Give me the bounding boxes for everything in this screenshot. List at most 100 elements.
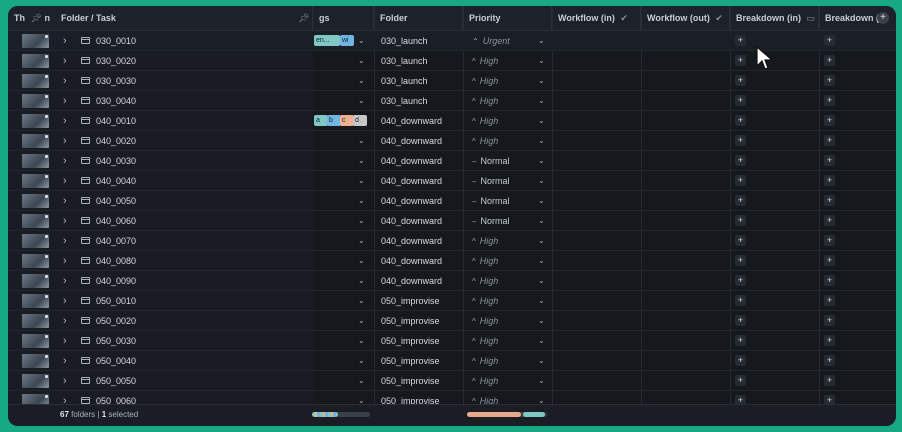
tag-chip[interactable]: c <box>340 115 354 126</box>
add-breakdown-out-button[interactable]: + <box>824 95 835 106</box>
header-workflow-out[interactable]: Workflow (out) ✔ <box>641 6 730 30</box>
add-breakdown-out-button[interactable]: + <box>824 195 835 206</box>
add-breakdown-in-button[interactable]: + <box>735 55 746 66</box>
thumbnail-image[interactable] <box>22 274 49 288</box>
add-breakdown-in-button[interactable]: + <box>735 235 746 246</box>
expand-chevron-icon[interactable]: › <box>63 151 67 171</box>
add-breakdown-in-button[interactable]: + <box>735 115 746 126</box>
add-breakdown-out-button[interactable]: + <box>824 275 835 286</box>
add-breakdown-in-button[interactable]: + <box>735 375 746 386</box>
expand-chevron-icon[interactable]: › <box>63 311 67 331</box>
add-breakdown-in-button[interactable]: + <box>735 335 746 346</box>
pin-icon[interactable]: 📌︎ <box>31 6 42 30</box>
expand-chevron-icon[interactable]: › <box>63 351 67 371</box>
tags-dropdown-icon[interactable]: ⌄ <box>358 311 365 331</box>
priority-dropdown-icon[interactable]: ⌄ <box>538 91 545 111</box>
table-row[interactable]: › 050_0040 ⌄ 050_improvise ^ High ⌄ + + <box>8 351 896 371</box>
add-breakdown-in-button[interactable]: + <box>735 95 746 106</box>
priority-dropdown-icon[interactable]: ⌄ <box>538 191 545 211</box>
thumbnail-image[interactable] <box>22 354 49 368</box>
expand-chevron-icon[interactable]: › <box>63 111 67 131</box>
table-row[interactable]: › 040_0040 ⌄ 040_downward – Normal ⌄ + + <box>8 171 896 191</box>
expand-chevron-icon[interactable]: › <box>63 91 67 111</box>
add-breakdown-in-button[interactable]: + <box>735 355 746 366</box>
thumbnail-image[interactable] <box>22 214 49 228</box>
thumbnail-image[interactable] <box>22 294 49 308</box>
expand-chevron-icon[interactable]: › <box>63 251 67 271</box>
header-folder[interactable]: Folder <box>374 6 463 30</box>
expand-chevron-icon[interactable]: › <box>63 371 67 391</box>
tags-dropdown-icon[interactable]: ⌄ <box>358 271 365 291</box>
table-row[interactable]: › 040_0060 ⌄ 040_downward – Normal ⌄ + + <box>8 211 896 231</box>
expand-chevron-icon[interactable]: › <box>63 231 67 251</box>
add-column-button[interactable]: + <box>877 12 889 24</box>
table-row[interactable]: › 040_0030 ⌄ 040_downward – Normal ⌄ + + <box>8 151 896 171</box>
thumbnail-image[interactable] <box>22 134 49 148</box>
header-priority[interactable]: Priority <box>463 6 552 30</box>
tags-dropdown-icon[interactable]: ⌄ <box>358 371 365 391</box>
priority-dropdown-icon[interactable]: ⌄ <box>538 71 545 91</box>
priority-horizontal-scrollbar[interactable] <box>467 412 547 417</box>
expand-chevron-icon[interactable]: › <box>63 271 67 291</box>
tag-chip[interactable]: a <box>314 115 328 126</box>
thumbnail-image[interactable] <box>22 194 49 208</box>
thumbnail-image[interactable] <box>22 374 49 388</box>
tags-dropdown-icon[interactable]: ⌄ <box>358 91 365 111</box>
expand-chevron-icon[interactable]: › <box>63 211 67 231</box>
add-breakdown-out-button[interactable]: + <box>824 235 835 246</box>
table-row[interactable]: › 040_0070 ⌄ 040_downward ^ High ⌄ + + <box>8 231 896 251</box>
tags-horizontal-scrollbar[interactable] <box>312 412 370 417</box>
header-tags[interactable]: gs <box>313 6 374 30</box>
expand-chevron-icon[interactable]: › <box>63 171 67 191</box>
add-breakdown-out-button[interactable]: + <box>824 315 835 326</box>
table-row[interactable]: › 030_0040 ⌄ 030_launch ^ High ⌄ + + <box>8 91 896 111</box>
add-breakdown-out-button[interactable]: + <box>824 355 835 366</box>
expand-chevron-icon[interactable]: › <box>63 291 67 311</box>
add-breakdown-in-button[interactable]: + <box>735 275 746 286</box>
priority-dropdown-icon[interactable]: ⌄ <box>538 131 545 151</box>
priority-dropdown-icon[interactable]: ⌄ <box>538 171 545 191</box>
add-breakdown-out-button[interactable]: + <box>824 155 835 166</box>
add-breakdown-in-button[interactable]: + <box>735 155 746 166</box>
tags-dropdown-icon[interactable]: ⌄ <box>358 111 365 131</box>
tags-dropdown-icon[interactable]: ⌄ <box>358 331 365 351</box>
add-breakdown-in-button[interactable]: + <box>735 255 746 266</box>
table-row[interactable]: › 050_0030 ⌄ 050_improvise ^ High ⌄ + + <box>8 331 896 351</box>
tags-dropdown-icon[interactable]: ⌄ <box>358 131 365 151</box>
thumbnail-image[interactable] <box>22 74 49 88</box>
priority-dropdown-icon[interactable]: ⌄ <box>538 311 545 331</box>
priority-dropdown-icon[interactable]: ⌄ <box>538 151 545 171</box>
thumbnail-image[interactable] <box>22 154 49 168</box>
tag-chip[interactable]: b <box>327 115 341 126</box>
priority-dropdown-icon[interactable]: ⌄ <box>538 31 545 51</box>
table-row[interactable]: › 050_0020 ⌄ 050_improvise ^ High ⌄ + + <box>8 311 896 331</box>
priority-dropdown-icon[interactable]: ⌄ <box>538 211 545 231</box>
priority-dropdown-icon[interactable]: ⌄ <box>538 51 545 71</box>
tags-dropdown-icon[interactable]: ⌄ <box>358 251 365 271</box>
add-breakdown-in-button[interactable]: + <box>735 215 746 226</box>
tags-dropdown-icon[interactable]: ⌄ <box>358 351 365 371</box>
tags-dropdown-icon[interactable]: ⌄ <box>358 151 365 171</box>
add-breakdown-out-button[interactable]: + <box>824 215 835 226</box>
add-breakdown-out-button[interactable]: + <box>824 135 835 146</box>
header-thumbnail[interactable]: Th 📌︎ n <box>8 6 55 30</box>
header-folder-task[interactable]: Folder / Task 📌︎ <box>55 6 313 30</box>
tag-chip[interactable]: en... <box>314 35 340 46</box>
add-breakdown-in-button[interactable]: + <box>735 295 746 306</box>
expand-chevron-icon[interactable]: › <box>63 331 67 351</box>
priority-dropdown-icon[interactable]: ⌄ <box>538 251 545 271</box>
add-breakdown-out-button[interactable]: + <box>824 55 835 66</box>
pin-icon[interactable]: 📌︎ <box>298 6 309 30</box>
thumbnail-image[interactable] <box>22 114 49 128</box>
header-workflow-in[interactable]: Workflow (in) ✔ <box>552 6 641 30</box>
tags-dropdown-icon[interactable]: ⌄ <box>358 191 365 211</box>
priority-dropdown-icon[interactable]: ⌄ <box>538 351 545 371</box>
priority-dropdown-icon[interactable]: ⌄ <box>538 271 545 291</box>
thumbnail-image[interactable] <box>22 234 49 248</box>
table-row[interactable]: › 040_0020 ⌄ 040_downward ^ High ⌄ + + <box>8 131 896 151</box>
tags-dropdown-icon[interactable]: ⌄ <box>358 171 365 191</box>
add-breakdown-out-button[interactable]: + <box>824 295 835 306</box>
thumbnail-image[interactable] <box>22 334 49 348</box>
priority-dropdown-icon[interactable]: ⌄ <box>538 291 545 311</box>
add-breakdown-out-button[interactable]: + <box>824 175 835 186</box>
